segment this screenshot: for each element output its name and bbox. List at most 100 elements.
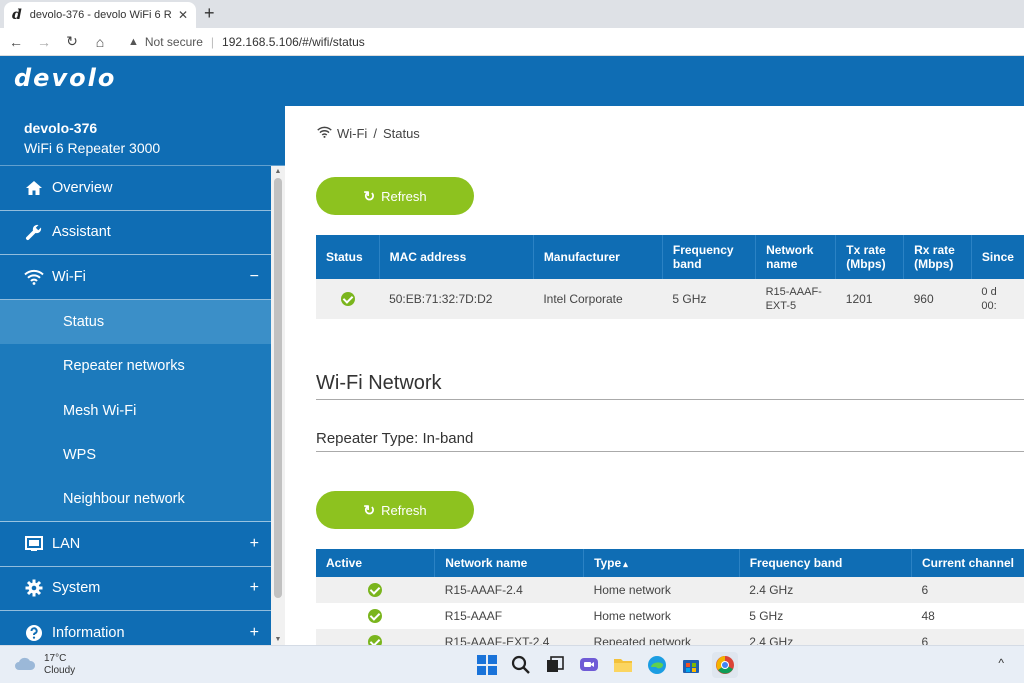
scroll-down-icon[interactable]: ▼ <box>271 636 285 643</box>
sidebar-item-assistant[interactable]: Assistant <box>0 211 271 255</box>
col-type[interactable]: Type ▴ <box>583 549 740 577</box>
breadcrumb: Wi-Fi / Status <box>317 126 420 141</box>
sidebar-subitem-mesh-wifi[interactable]: Mesh Wi-Fi <box>0 388 271 433</box>
taskbar-apps <box>474 652 746 678</box>
forward-icon[interactable]: → <box>32 34 56 50</box>
question-icon <box>24 624 44 642</box>
collapse-icon[interactable]: − <box>250 268 259 286</box>
chat-icon[interactable] <box>576 652 602 678</box>
col-type-label: Type <box>594 556 622 570</box>
back-icon[interactable]: ← <box>4 34 28 50</box>
sidebar-item-wifi[interactable]: Wi-Fi − <box>0 255 271 300</box>
sidebar-item-overview[interactable]: Overview <box>0 166 271 211</box>
col-frequency-band: Frequency band <box>739 549 912 577</box>
sidebar-subitem-status[interactable]: Status <box>0 299 271 344</box>
col-rx-rate: Rx rate (Mbps) <box>903 235 972 279</box>
address-bar: ← → ↻ ⌂ ▲ Not secure | 192.168.5.106/#/w… <box>0 28 1024 56</box>
scrollbar-thumb[interactable] <box>274 178 282 598</box>
col-manufacturer: Manufacturer <box>533 235 663 279</box>
status-cell <box>316 279 380 319</box>
url-separator: | <box>210 34 215 49</box>
scroll-up-icon[interactable]: ▲ <box>271 168 285 175</box>
search-icon[interactable] <box>508 652 534 678</box>
network-name-cell: R15-AAAF-EXT-2.4 <box>434 629 584 645</box>
security-status: Not secure <box>144 34 203 49</box>
wrench-icon <box>24 223 44 241</box>
sidebar: devolo-376 WiFi 6 Repeater 3000 Overview… <box>0 106 285 645</box>
task-view-icon[interactable] <box>542 652 568 678</box>
browser-tab[interactable]: d devolo-376 - devolo WiFi 6 Repe ✕ <box>4 2 196 28</box>
tx-cell: 1201 <box>835 279 904 319</box>
table-row: R15-AAAF-EXT-2.4 Repeated network 2.4 GH… <box>316 629 1024 645</box>
show-hidden-icons-button[interactable]: ^ <box>998 656 1004 670</box>
table-row: 50:EB:71:32:7D:D2 Intel Corporate 5 GHz … <box>316 279 1024 319</box>
type-cell: Home network <box>593 609 671 623</box>
store-icon[interactable] <box>678 652 704 678</box>
active-cell <box>316 577 435 603</box>
type-cell: Repeated network <box>583 629 740 645</box>
channel-cell: 6 <box>911 577 1024 603</box>
refresh-clients-button[interactable]: ↻ Refresh <box>316 177 474 215</box>
refresh-networks-button[interactable]: ↻ Refresh <box>316 491 474 529</box>
table-row: R15-AAAF-2.4 Home network 2.4 GHz 6 <box>316 577 1024 603</box>
home-icon[interactable]: ⌂ <box>88 34 112 50</box>
sidebar-item-label: Assistant <box>52 224 111 241</box>
col-tx-rate: Tx rate (Mbps) <box>835 235 905 279</box>
band-cell: 2.4 GHz <box>739 577 912 603</box>
lan-icon <box>24 535 44 552</box>
file-explorer-icon[interactable] <box>610 652 636 678</box>
col-frequency-band: Frequency band <box>662 235 757 279</box>
wifi-network-heading: Wi-Fi Network <box>316 372 442 394</box>
expand-icon[interactable]: + <box>250 579 259 597</box>
sidebar-item-information[interactable]: Information + <box>0 611 271 645</box>
expand-icon[interactable]: + <box>250 535 259 553</box>
refresh-icon: ↻ <box>363 187 376 204</box>
new-tab-button[interactable]: + <box>204 4 215 22</box>
windows-start-icon[interactable] <box>474 652 500 678</box>
device-info: devolo-376 WiFi 6 Repeater 3000 <box>0 106 285 166</box>
cloud-icon <box>14 657 36 674</box>
app-header: devolo <box>0 56 1024 106</box>
home-icon <box>24 180 44 196</box>
network-cell: R15-AAAF-EXT-5 <box>755 279 836 319</box>
sidebar-item-lan[interactable]: LAN + <box>0 522 271 567</box>
sidebar-subitem-neighbour-network[interactable]: Neighbour network <box>0 477 271 522</box>
since-cell: 0 d 00: <box>971 279 1024 319</box>
devolo-favicon-icon: d <box>12 7 22 23</box>
weather-widget[interactable]: 17°C Cloudy <box>14 653 75 677</box>
manufacturer-cell: Intel Corporate <box>533 279 663 319</box>
clients-table: Status MAC address Manufacturer Frequenc… <box>316 235 1024 319</box>
breadcrumb-section[interactable]: Wi-Fi <box>337 126 367 141</box>
check-icon <box>368 609 382 624</box>
close-tab-icon[interactable]: ✕ <box>178 8 188 22</box>
col-active: Active <box>316 549 436 577</box>
active-cell <box>316 629 435 645</box>
sidebar-subitem-repeater-networks[interactable]: Repeater networks <box>0 344 271 389</box>
sidebar-subitem-wps[interactable]: WPS <box>0 433 271 478</box>
divider <box>316 451 1024 452</box>
refresh-label: Refresh <box>381 502 427 518</box>
chrome-icon[interactable] <box>712 652 738 678</box>
col-network-name: Network name <box>434 549 585 577</box>
col-network-name: Network name <box>755 235 837 279</box>
table-header-row: Status MAC address Manufacturer Frequenc… <box>316 235 1024 279</box>
devolo-logo[interactable]: devolo <box>14 64 116 92</box>
expand-icon[interactable]: + <box>250 624 259 642</box>
col-status: Status <box>316 235 380 279</box>
reload-icon[interactable]: ↻ <box>60 33 84 50</box>
sidebar-item-system[interactable]: System + <box>0 567 271 611</box>
sidebar-item-label: System <box>52 580 101 597</box>
url-text: 192.168.5.106/#/wifi/status <box>222 34 365 49</box>
nav-list: Overview Assistant Wi-Fi − Status Repeat… <box>0 166 271 645</box>
sidebar-scrollbar[interactable]: ▲ ▼ <box>271 166 285 645</box>
check-icon <box>340 292 355 307</box>
url-field[interactable]: ▲ Not secure | 192.168.5.106/#/wifi/stat… <box>128 35 365 49</box>
active-cell <box>316 603 435 629</box>
check-icon <box>368 635 382 645</box>
sidebar-item-label: LAN <box>52 535 81 552</box>
device-name: devolo-376 <box>24 120 98 136</box>
edge-browser-icon[interactable] <box>644 652 670 678</box>
refresh-label: Refresh <box>381 188 427 204</box>
taskbar: 17°C Cloudy ^ <box>0 645 1024 683</box>
sort-asc-icon: ▴ <box>623 559 628 569</box>
